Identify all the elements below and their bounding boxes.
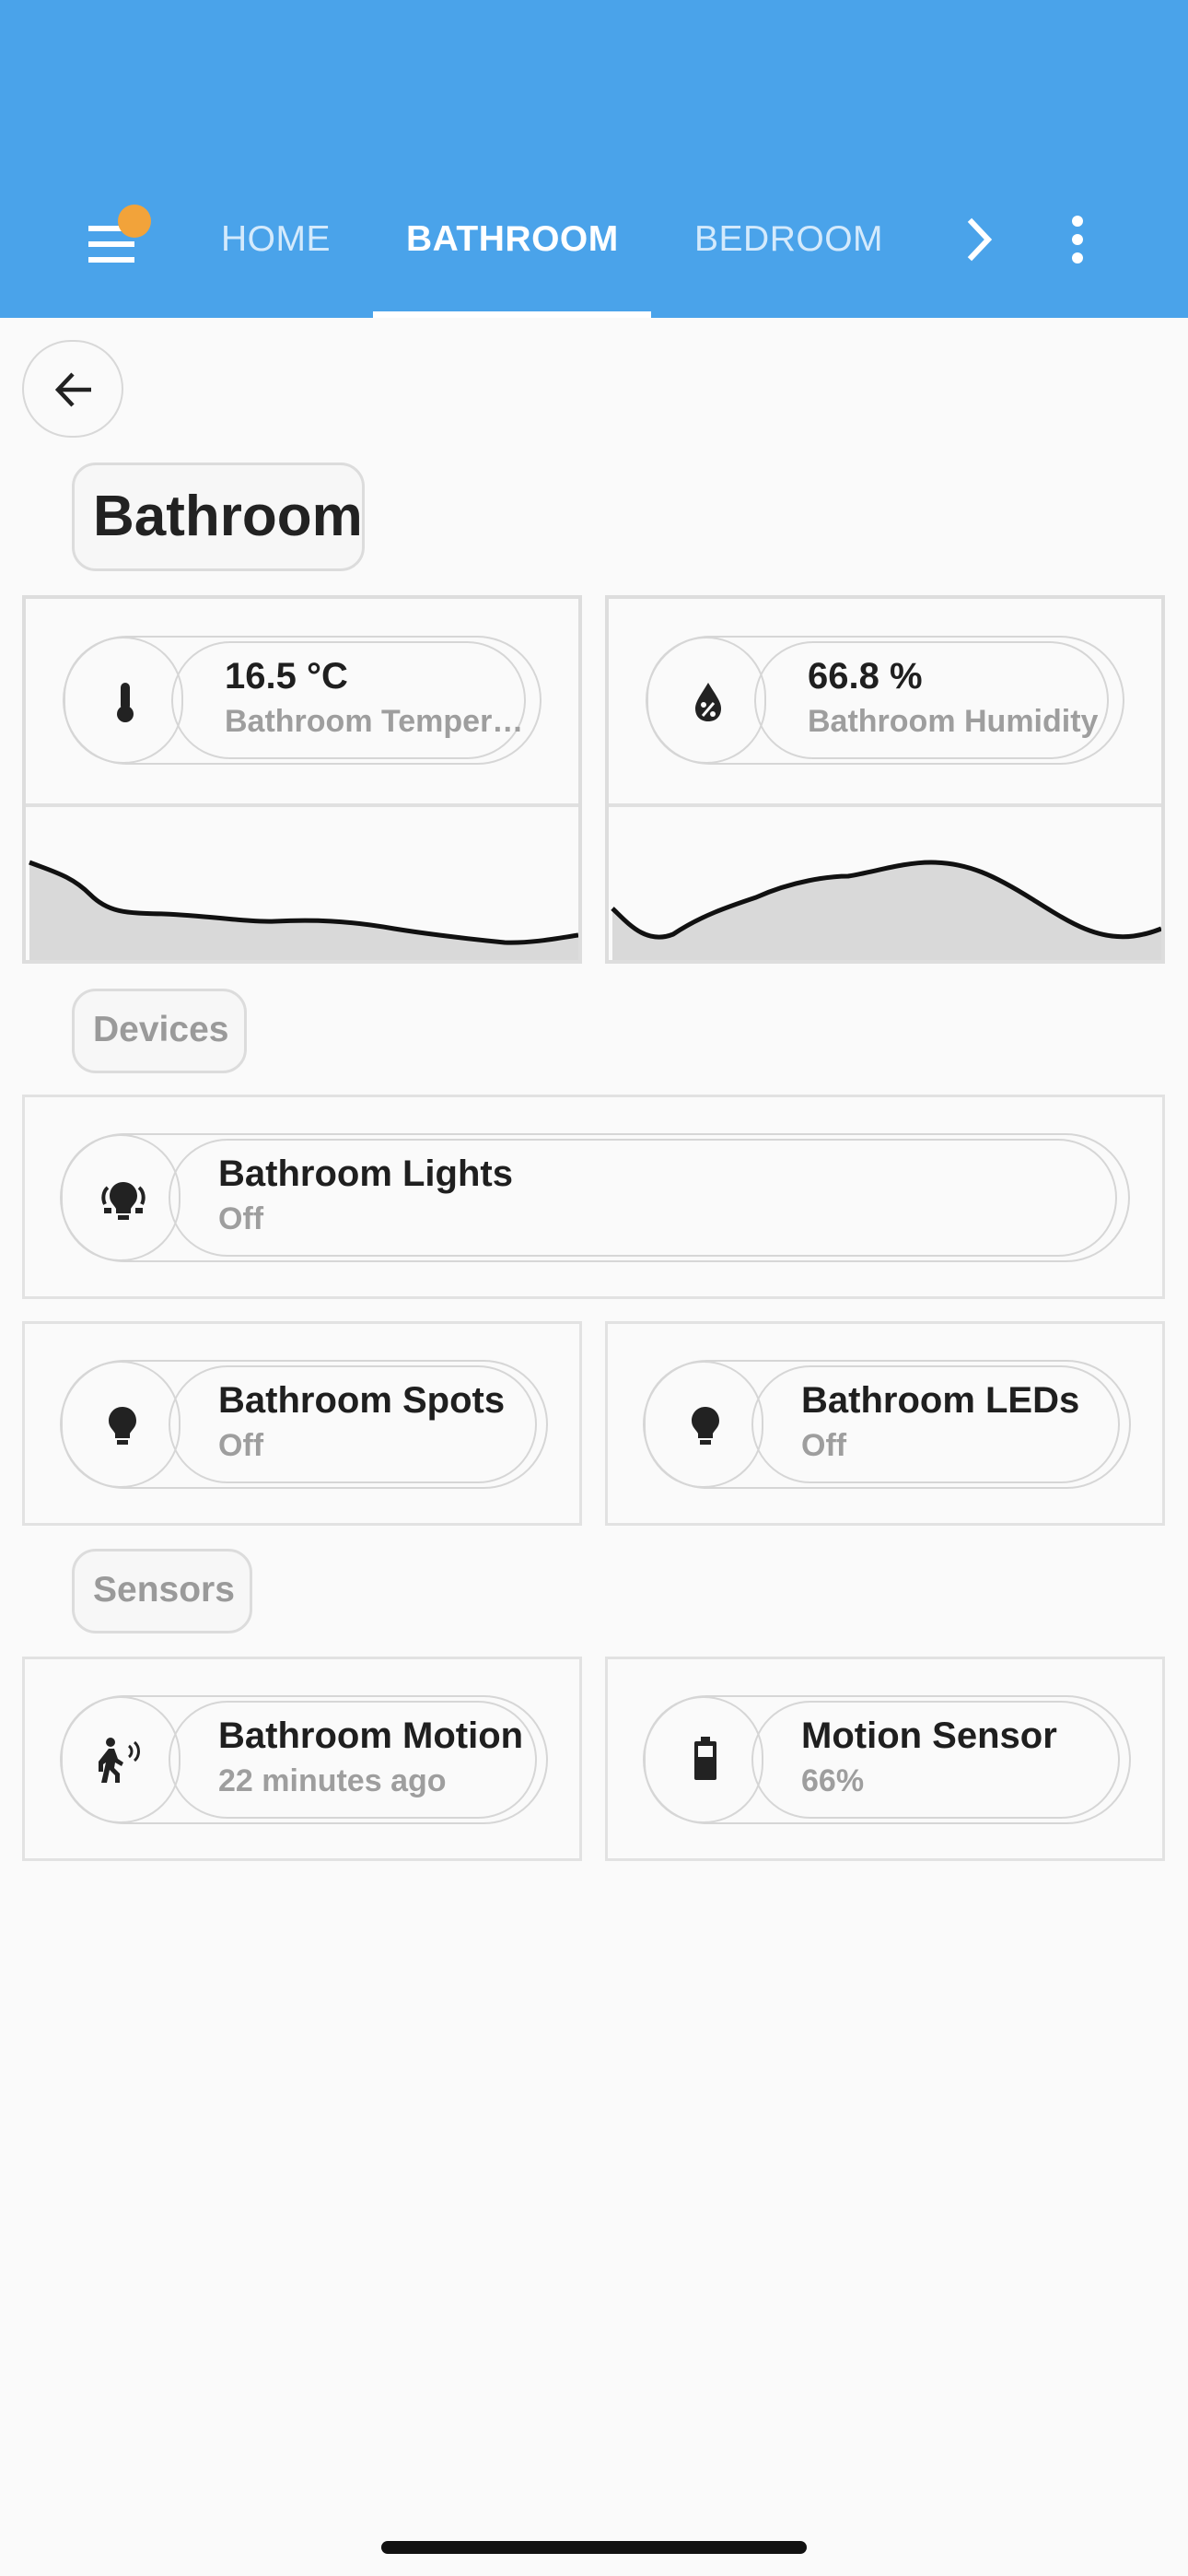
thermometer-icon — [117, 683, 134, 722]
home-indicator[interactable] — [381, 2541, 807, 2554]
bathroom-lights-state: Off — [218, 1201, 264, 1236]
app-header: HOME BATHROOM BEDROOM — [0, 0, 1188, 318]
bathroom-motion-entity[interactable]: Bathroom Motion 22 minutes ago — [60, 1695, 548, 1824]
active-tab-indicator — [373, 311, 651, 318]
sensor-card-bathroom-motion[interactable]: Bathroom Motion 22 minutes ago — [22, 1657, 582, 1861]
bathroom-leds-entity[interactable]: Bathroom LEDs Off — [643, 1360, 1131, 1489]
motion-sensor-battery-icon-circle — [644, 1696, 763, 1823]
motion-sensor-battery-entity[interactable]: Motion Sensor 66% — [643, 1695, 1131, 1824]
bathroom-leds-icon-circle — [644, 1361, 763, 1488]
arrow-left-icon — [54, 372, 91, 407]
back-button[interactable] — [22, 340, 123, 438]
lightbulb-group-icon — [101, 1182, 146, 1220]
temperature-icon-circle — [64, 637, 183, 764]
notification-badge — [118, 205, 151, 238]
humidity-graph — [609, 803, 1162, 960]
bathroom-spots-state: Off — [218, 1428, 264, 1463]
motion-sensor-icon — [99, 1738, 140, 1783]
bathroom-motion-state: 22 minutes ago — [218, 1763, 447, 1798]
humidity-value: 66.8 % — [808, 656, 923, 697]
tab-home[interactable]: HOME — [221, 207, 331, 272]
water-percent-icon — [695, 683, 721, 721]
humidity-sensor-card[interactable]: 66.8 % Bathroom Humidity — [605, 595, 1165, 964]
chevron-right-icon — [967, 217, 993, 262]
humidity-icon-circle — [646, 637, 766, 764]
bathroom-spots-icon-circle — [61, 1361, 181, 1488]
page-title: Bathroom — [72, 463, 365, 571]
tabs-scroll-right-button[interactable] — [949, 207, 1004, 272]
device-card-bathroom-lights[interactable]: Bathroom Lights Off — [22, 1095, 1165, 1299]
bathroom-lights-icon-circle — [61, 1134, 181, 1261]
bathroom-spots-entity[interactable]: Bathroom Spots Off — [60, 1360, 548, 1489]
bathroom-spots-name: Bathroom Spots — [218, 1380, 506, 1421]
tab-bathroom[interactable]: BATHROOM — [406, 207, 619, 272]
lightbulb-icon — [692, 1407, 719, 1445]
battery-icon — [694, 1737, 716, 1780]
device-card-bathroom-leds[interactable]: Bathroom LEDs Off — [605, 1321, 1165, 1526]
device-card-bathroom-spots[interactable]: Bathroom Spots Off — [22, 1321, 582, 1526]
humidity-sparkline — [611, 860, 1162, 960]
overflow-menu-button[interactable] — [1054, 207, 1101, 272]
temperature-sparkline — [29, 860, 579, 960]
bathroom-motion-icon-circle — [61, 1696, 181, 1823]
temperature-sensor-card[interactable]: 16.5 °C Bathroom Tempera… — [22, 595, 582, 964]
humidity-name: Bathroom Humidity — [808, 704, 1099, 739]
tab-bedroom[interactable]: BEDROOM — [694, 207, 883, 272]
section-label-sensors: Sensors — [72, 1549, 252, 1633]
bathroom-lights-entity[interactable]: Bathroom Lights Off — [60, 1133, 1130, 1262]
humidity-entity[interactable]: 66.8 % Bathroom Humidity — [646, 636, 1124, 765]
sensor-card-motion-sensor-battery[interactable]: Motion Sensor 66% — [605, 1657, 1165, 1861]
temperature-graph — [26, 803, 579, 960]
temperature-entity[interactable]: 16.5 °C Bathroom Tempera… — [63, 636, 542, 765]
motion-sensor-battery-state: 66% — [801, 1763, 865, 1798]
bathroom-leds-name: Bathroom LEDs — [801, 1380, 1080, 1421]
temperature-value: 16.5 °C — [225, 656, 348, 697]
section-label-devices: Devices — [72, 989, 247, 1073]
temperature-name: Bathroom Tempera… — [225, 704, 532, 739]
lightbulb-icon — [109, 1407, 136, 1445]
motion-sensor-battery-name: Motion Sensor — [801, 1715, 1057, 1756]
bathroom-motion-name: Bathroom Motion — [218, 1715, 524, 1756]
bathroom-lights-name: Bathroom Lights — [218, 1153, 513, 1194]
more-vertical-icon — [1072, 216, 1083, 263]
bathroom-leds-state: Off — [801, 1428, 847, 1463]
